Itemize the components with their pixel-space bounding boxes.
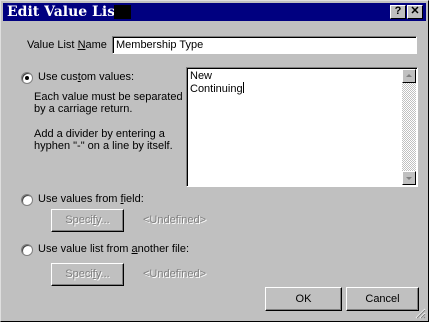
value-line-with-caret: Continuing: [190, 82, 244, 95]
value-list-from-file-label[interactable]: Use value list from another file:: [38, 243, 189, 256]
separator-help-line-2: by a carriage return.: [34, 103, 133, 115]
value-list-name-label: Value List Name: [27, 39, 107, 52]
values-from-field-radio[interactable]: [21, 194, 33, 206]
value-line: New: [190, 70, 213, 82]
name-label-mnemonic: N: [77, 39, 86, 51]
vertical-scrollbar[interactable]: [402, 69, 416, 185]
field-undefined-text: <Undefined>: [143, 214, 206, 226]
help-button[interactable]: ?: [390, 5, 406, 19]
text-caret: [242, 82, 244, 93]
window-title: Edit Value List: [7, 4, 122, 20]
specify-suffix: y...: [95, 214, 110, 226]
custom-label-suffix: om values:: [80, 71, 135, 83]
specify-field-button[interactable]: Specify...: [51, 209, 124, 232]
value-list-from-file-radio[interactable]: [21, 244, 33, 256]
custom-values-radio[interactable]: [21, 72, 33, 84]
title-bar-black-block: [114, 5, 131, 19]
resize-grip-icon[interactable]: [415, 308, 426, 319]
edit-value-list-dialog: Edit Value List ? ✕ Value List Name Memb…: [0, 0, 429, 322]
radio-selected-dot: [25, 76, 29, 80]
file-undefined-text: <Undefined>: [143, 268, 206, 280]
name-label-prefix: Value List: [27, 39, 78, 51]
title-bar[interactable]: Edit Value List ? ✕: [3, 3, 426, 21]
cancel-button[interactable]: Cancel: [346, 287, 419, 311]
values-from-field-label[interactable]: Use values from field:: [38, 193, 144, 206]
custom-label-prefix: Use cus: [38, 71, 78, 83]
close-button[interactable]: ✕: [407, 5, 423, 19]
specify-prefix: Speci: [65, 214, 93, 226]
value-line-text: Continuing: [190, 83, 243, 95]
divider-help-line-2: hyphen "-" on a line by itself.: [34, 140, 173, 152]
specify-prefix: Speci: [65, 268, 93, 280]
value-list-name-input[interactable]: Membership Type: [112, 36, 417, 54]
arrow-up-icon: [406, 74, 412, 77]
file-label-suffix: nother file:: [137, 243, 190, 255]
specify-file-button[interactable]: Specify...: [51, 263, 124, 286]
specify-suffix: y...: [95, 268, 110, 280]
scroll-down-button[interactable]: [402, 171, 416, 185]
custom-values-textarea[interactable]: New Continuing: [186, 67, 418, 187]
name-label-suffix: ame: [85, 39, 107, 51]
custom-values-label[interactable]: Use custom values:: [38, 71, 134, 84]
field-label-suffix: ield:: [123, 193, 144, 205]
scroll-up-button[interactable]: [402, 69, 416, 83]
file-label-prefix: Use value list from: [38, 243, 132, 255]
field-label-prefix: Use values from: [38, 193, 121, 205]
arrow-down-icon: [406, 177, 412, 180]
ok-button[interactable]: OK: [265, 287, 342, 311]
custom-values-text: New Continuing: [190, 70, 244, 95]
